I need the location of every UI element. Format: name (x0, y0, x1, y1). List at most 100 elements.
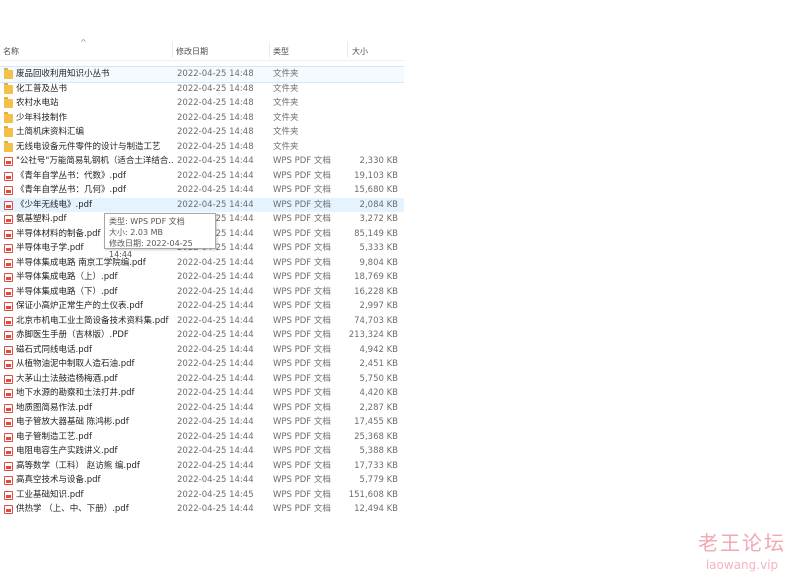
tooltip-date: 修改日期: 2022-04-25 14:44 (109, 239, 193, 259)
pdf-file-icon (4, 461, 13, 471)
file-row[interactable]: 《青年自学丛书：几何》.pdf 2022-04-25 14:44 WPS PDF 文… (0, 183, 404, 198)
file-row[interactable]: 电阻电容生产实践讲义.pdf 2022-04-25 14:44 WPS PDF 文档… (0, 444, 404, 459)
file-row[interactable]: 少年科技制作 2022-04-25 14:48 文件夹 (0, 111, 404, 126)
file-row[interactable]: 地下水源的勘察和土法打井.pdf 2022-04-25 14:44 WPS PDF … (0, 386, 404, 401)
file-size: 4,420 KB (359, 388, 398, 398)
file-row[interactable]: 土简机床资料汇编 2022-04-25 14:48 文件夹 (0, 125, 404, 140)
column-header-size[interactable]: 大小 (352, 46, 368, 57)
column-divider[interactable] (172, 42, 173, 58)
file-row[interactable]: 半导体集成电路（下）.pdf 2022-04-25 14:44 WPS PDF 文档… (0, 285, 404, 300)
file-row[interactable]: 废品回收利用知识小丛书 2022-04-25 14:48 文件夹 (0, 66, 404, 83)
file-name: 无线电设备元件零件的设计与制造工艺 (16, 141, 161, 152)
file-name: 半导体集成电路（下）.pdf (16, 286, 118, 297)
file-type: WPS PDF 文档 (273, 257, 331, 268)
file-row[interactable]: 电子管放大器基础 陈鸿彬.pdf 2022-04-25 14:44 WPS PDF … (0, 415, 404, 430)
file-size: 4,942 KB (359, 344, 398, 355)
file-size: 2,330 KB (359, 156, 398, 166)
file-size: 2,997 KB (359, 301, 398, 311)
file-type: WPS PDF 文档 (273, 315, 331, 326)
file-row[interactable]: 农村水电站 2022-04-25 14:48 文件夹 (0, 96, 404, 111)
file-name: 电阻电容生产实践讲义.pdf (16, 446, 118, 456)
folder-icon (4, 126, 13, 137)
folder-icon (4, 68, 13, 79)
file-date: 2022-04-25 14:44 (177, 373, 254, 384)
file-row[interactable]: 磁石式同线电话.pdf 2022-04-25 14:44 WPS PDF 文档 4,9… (0, 343, 404, 358)
file-row[interactable]: 大茅山土法鼓造杨梅酒.pdf 2022-04-25 14:44 WPS PDF 文档… (0, 372, 404, 387)
pdf-file-icon (4, 302, 13, 311)
file-size: 5,779 KB (359, 475, 398, 485)
file-type: 文件夹 (273, 141, 299, 152)
file-row[interactable]: 化工普及丛书 2022-04-25 14:48 文件夹 (0, 82, 404, 97)
file-type: WPS PDF 文档 (273, 185, 331, 195)
column-header-name[interactable]: 名称 (3, 46, 19, 57)
file-date: 2022-04-25 14:48 (177, 69, 254, 79)
file-name: 《青年自学丛书：几何》.pdf (16, 185, 126, 195)
file-type: 文件夹 (273, 98, 299, 108)
column-divider[interactable] (347, 42, 348, 58)
pdf-file-icon (4, 447, 13, 456)
file-name: 从植物油泥中制取人造石油.pdf (16, 359, 135, 369)
file-name: 农村水电站 (16, 98, 59, 108)
sort-arrow-icon[interactable]: ^ (80, 38, 87, 47)
file-row[interactable]: 赤脚医生手册（吉林版）.PDF 2022-04-25 14:44 WPS PDF 文… (0, 328, 404, 343)
file-size: 17,733 KB (354, 460, 398, 471)
file-name: 赤脚医生手册（吉林版）.PDF (16, 330, 129, 340)
pdf-file-icon (4, 258, 13, 268)
file-date: 2022-04-25 14:44 (177, 344, 254, 355)
file-date: 2022-04-25 14:44 (177, 156, 254, 166)
file-size: 5,750 KB (359, 373, 398, 384)
file-size: 85,149 KB (354, 228, 398, 239)
file-row[interactable]: 北京市机电工业土简设备技术资料集.pdf 2022-04-25 14:44 WPS … (0, 314, 404, 329)
watermark-logo: 老王论坛 laowang.vip (698, 527, 786, 572)
file-row[interactable]: 无线电设备元件零件的设计与制造工艺 2022-04-25 14:48 文件夹 (0, 140, 404, 155)
file-row[interactable]: 地质图简易作法.pdf 2022-04-25 14:44 WPS PDF 文档 2,2… (0, 401, 404, 416)
file-type: 文件夹 (273, 112, 299, 123)
file-row[interactable]: 《少年无线电》.pdf 2022-04-25 14:44 WPS PDF 文档 2,0… (0, 197, 404, 212)
file-size: 74,703 KB (354, 315, 398, 326)
pdf-file-icon (4, 418, 13, 427)
file-row[interactable]: 从植物油泥中制取人造石油.pdf 2022-04-25 14:44 WPS PDF … (0, 357, 404, 372)
column-header-date[interactable]: 修改日期 (176, 46, 208, 57)
file-row[interactable]: 《青年自学丛书：代数》.pdf 2022-04-25 14:44 WPS PDF 文… (0, 169, 404, 184)
pdf-file-icon (4, 345, 13, 355)
pdf-file-icon (4, 476, 13, 485)
file-date: 2022-04-25 14:44 (177, 185, 254, 195)
file-name: 高等数学（工科） 赵访熊 编.pdf (16, 460, 140, 471)
file-tooltip: 类型: WPS PDF 文档 大小: 2.03 MB 修改日期: 2022-04… (104, 213, 216, 259)
file-row[interactable]: 高真空技术与设备.pdf 2022-04-25 14:44 WPS PDF 文档 5,… (0, 473, 404, 488)
file-row[interactable]: 高等数学（工科） 赵访熊 编.pdf 2022-04-25 14:44 WPS PD… (0, 459, 404, 474)
pdf-file-icon (4, 229, 13, 239)
file-date: 2022-04-25 14:48 (177, 83, 254, 94)
column-header-type[interactable]: 类型 (273, 46, 289, 57)
file-row[interactable]: 电子管制造工艺.pdf 2022-04-25 14:44 WPS PDF 文档 25,… (0, 430, 404, 445)
file-size: 19,103 KB (354, 170, 398, 181)
file-type: 文件夹 (273, 83, 299, 94)
folder-icon (4, 97, 13, 108)
file-type: WPS PDF 文档 (273, 301, 331, 311)
folder-icon (4, 140, 13, 152)
file-row[interactable]: 供热学 （上、中、下册）.pdf 2022-04-25 14:44 WPS PDF … (0, 502, 404, 517)
file-date: 2022-04-25 14:44 (177, 388, 254, 398)
file-name: 土简机床资料汇编 (16, 127, 85, 137)
pdf-file-icon (4, 287, 13, 297)
file-row[interactable]: "公社号"万能简易轧钢机（适合土洋结合... 2022-04-25 14:44 WP… (0, 154, 404, 169)
pdf-file-icon (4, 389, 13, 398)
file-name: 高真空技术与设备.pdf (16, 475, 101, 485)
column-divider[interactable] (269, 42, 270, 58)
file-size: 5,388 KB (359, 446, 398, 456)
file-date: 2022-04-25 14:44 (177, 315, 254, 326)
file-type: WPS PDF 文档 (273, 504, 331, 514)
file-size: 18,769 KB (354, 272, 398, 282)
file-date: 2022-04-25 14:44 (177, 301, 254, 311)
file-row[interactable]: 保证小高炉正常生产的土仪表.pdf 2022-04-25 14:44 WPS PDF… (0, 299, 404, 314)
file-size: 2,451 KB (359, 359, 398, 369)
file-size: 9,804 KB (359, 257, 398, 268)
file-name: 大茅山土法鼓造杨梅酒.pdf (16, 373, 118, 384)
file-date: 2022-04-25 14:48 (177, 98, 254, 108)
file-row[interactable]: 半导体集成电路（上）.pdf 2022-04-25 14:44 WPS PDF 文档… (0, 270, 404, 285)
file-row[interactable]: 工业基础知识.pdf 2022-04-25 14:45 WPS PDF 文档 151,… (0, 488, 404, 503)
file-type: WPS PDF 文档 (273, 417, 331, 427)
file-date: 2022-04-25 14:48 (177, 127, 254, 137)
file-name: 保证小高炉正常生产的土仪表.pdf (16, 301, 143, 311)
file-name: 《青年自学丛书：代数》.pdf (16, 170, 126, 181)
